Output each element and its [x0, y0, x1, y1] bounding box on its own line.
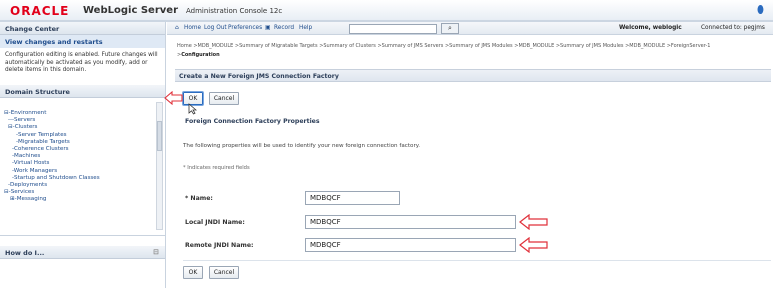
tree-item-services[interactable]: ⊟-Services — [4, 189, 165, 196]
cancel-button-bottom[interactable]: Cancel — [209, 266, 239, 279]
tree-item-clusters[interactable]: ⊟-Clusters — [4, 124, 165, 131]
welcome-text: Welcome, weblogic — [619, 25, 682, 31]
home-link[interactable]: Home — [184, 25, 201, 31]
page-title: Create a New Foreign JMS Connection Fact… — [175, 69, 771, 82]
remote-jndi-label: Remote JNDI Name: — [185, 242, 254, 249]
tree-item-environment[interactable]: ⊟-Environment — [4, 110, 165, 117]
local-jndi-field[interactable]: MDBQCF — [305, 215, 516, 229]
record-link[interactable]: Record — [274, 25, 294, 31]
divider — [183, 260, 771, 261]
tree-item-startup-shutdown[interactable]: -Startup and Shutdown Classes — [4, 175, 165, 182]
annotation-arrow-ok — [164, 91, 183, 105]
product-name: WebLogic Server — [83, 5, 178, 16]
collapse-icon[interactable]: ⊟ — [153, 248, 159, 256]
help-icon[interactable]: ⬮ — [754, 3, 767, 16]
how-do-i-panel: How do I... ⊟ — [0, 246, 165, 259]
tree-item-messaging[interactable]: ⊞-Messaging — [4, 196, 165, 203]
breadcrumb-path[interactable]: Home >MDB_MODULE >Summary of Migratable … — [177, 43, 710, 58]
name-label: * Name: — [185, 195, 213, 202]
product-subtitle: Administration Console 12c — [186, 7, 283, 15]
tree-scrollbar[interactable] — [156, 102, 163, 230]
tree-item-migratable-targets[interactable]: -Migratable Targets — [4, 139, 165, 146]
search-button[interactable]: ⌕ — [441, 23, 459, 34]
search-icon: ⌕ — [448, 24, 452, 32]
domain-structure: Domain Structure ⊟-Environment ---Server… — [0, 85, 165, 236]
change-center-text: Configuration editing is enabled. Future… — [5, 52, 158, 73]
remote-jndi-field[interactable]: MDBQCF — [305, 238, 516, 252]
banner: ORACLE WebLogic Server Administration Co… — [0, 0, 773, 22]
name-field[interactable]: MDBQCF — [305, 191, 400, 205]
annotation-arrow-remote — [519, 237, 548, 253]
record-icon[interactable]: ▣ — [265, 25, 270, 31]
mouse-cursor-icon — [188, 103, 197, 115]
help-link[interactable]: Help — [299, 25, 312, 31]
ok-button-bottom[interactable]: OK — [183, 266, 203, 279]
preferences-link[interactable]: Preferences — [228, 25, 262, 31]
logout-link[interactable]: Log Out — [204, 25, 227, 31]
how-do-i-label: How do I... — [5, 249, 45, 257]
scrollbar-thumb[interactable] — [157, 121, 162, 151]
tree-item-servers[interactable]: ---Servers — [4, 117, 165, 124]
breadcrumb[interactable]: Home >MDB_MODULE >Summary of Migratable … — [177, 42, 737, 60]
breadcrumb-current: Configuration — [181, 52, 220, 58]
tree-item-deployments[interactable]: -Deployments — [4, 182, 165, 189]
connected-text: Connected to: pegjms — [701, 25, 765, 31]
view-changes-link[interactable]: View changes and restarts — [0, 35, 165, 48]
toolbar: ⌂ Home Log Out Preferences ▣ Record Help… — [167, 22, 773, 35]
cancel-button-top[interactable]: Cancel — [209, 92, 239, 105]
tree-item-work-managers[interactable]: -Work Managers — [4, 168, 165, 175]
home-icon[interactable]: ⌂ — [175, 25, 179, 31]
tree-item-machines[interactable]: -Machines — [4, 153, 165, 160]
domain-tree: ⊟-Environment ---Servers ⊟-Clusters -Ser… — [0, 98, 165, 236]
change-center-heading: Change Center — [0, 22, 165, 35]
tree-item-server-templates[interactable]: -Server Templates — [4, 132, 165, 139]
section-description: The following properties will be used to… — [183, 143, 421, 149]
oracle-logo: ORACLE — [10, 4, 70, 18]
annotation-arrow-local — [519, 214, 548, 230]
tree-item-virtual-hosts[interactable]: -Virtual Hosts — [4, 160, 165, 167]
section-title: Foreign Connection Factory Properties — [185, 118, 320, 125]
domain-structure-heading: Domain Structure — [0, 85, 165, 98]
local-jndi-label: Local JNDI Name: — [185, 219, 245, 226]
required-note: * Indicates required fields — [183, 165, 250, 171]
search-input[interactable] — [349, 24, 437, 34]
tree-item-coherence-clusters[interactable]: -Coherence Clusters — [4, 146, 165, 153]
how-do-i-heading[interactable]: How do I... ⊟ — [0, 246, 165, 259]
